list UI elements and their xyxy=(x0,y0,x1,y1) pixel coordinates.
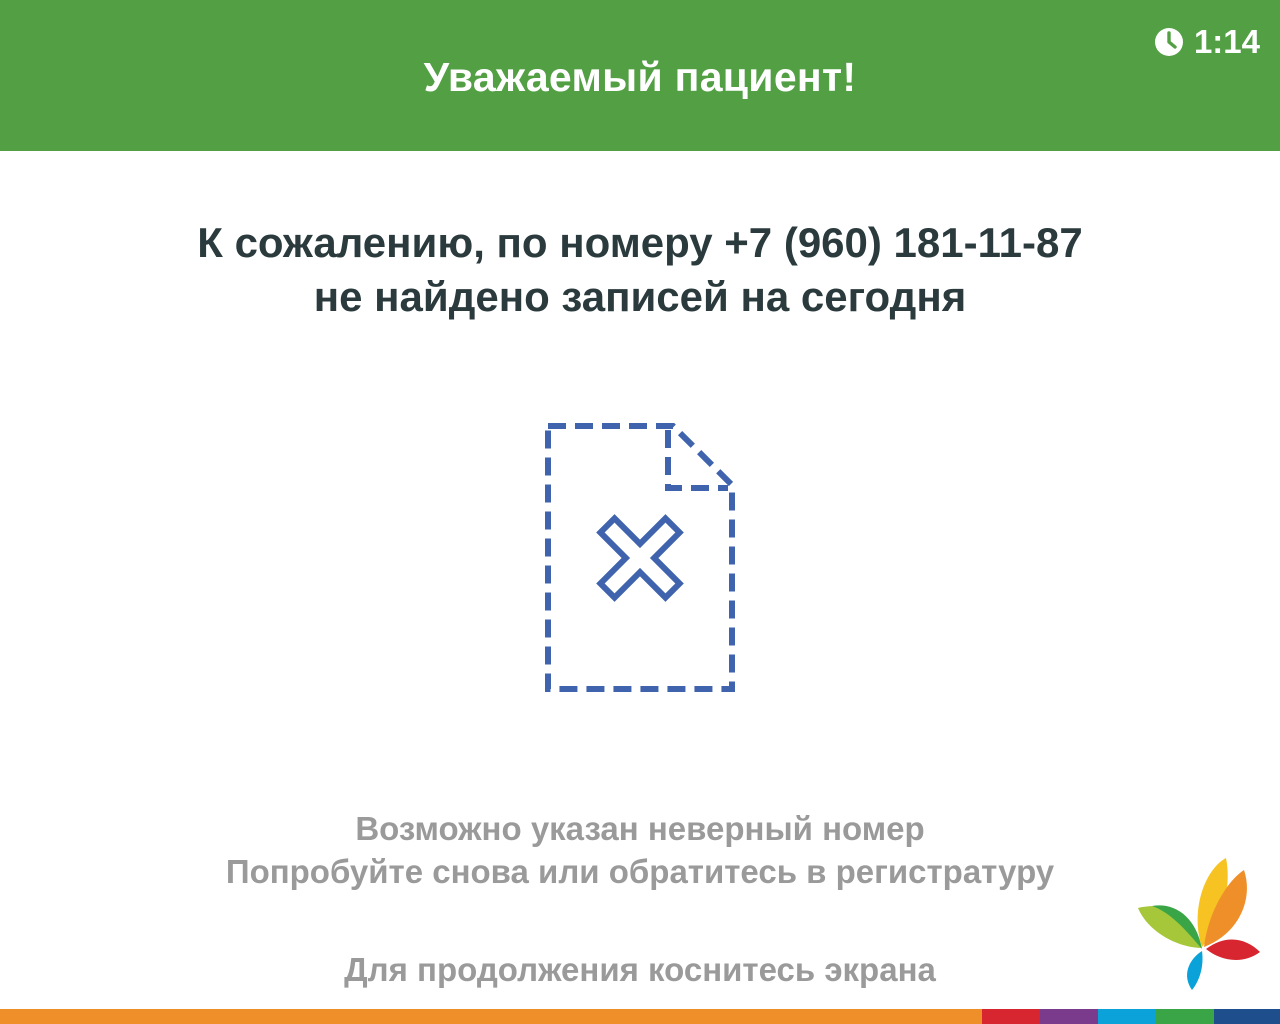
bottom-bar-segment xyxy=(1156,1009,1214,1024)
clock-icon xyxy=(1154,28,1183,56)
document-not-found-icon xyxy=(540,418,740,703)
bottom-bar-segment xyxy=(982,1009,1040,1024)
hint-line-2: Попробуйте снова или обратитесь в регист… xyxy=(225,853,1055,890)
bottom-bar-segment xyxy=(0,1009,982,1024)
page-title: Уважаемый пациент! xyxy=(423,54,857,100)
bottom-bar-segment xyxy=(1040,1009,1098,1024)
message-line-2: не найдено записей на сегодня xyxy=(313,273,967,320)
butterfly-logo-icon xyxy=(1134,852,1264,997)
timer-value: 1:14 xyxy=(1193,23,1260,60)
touch-to-continue-text[interactable]: Для продолжения коснитесь экрана xyxy=(0,948,1280,991)
bottom-bar-segment xyxy=(1098,1009,1156,1024)
bottom-color-bar xyxy=(0,1009,1280,1024)
header-bar: Уважаемый пациент! 1:14 xyxy=(0,0,1280,151)
hint-line-1: Возможно указан неверный номер xyxy=(355,810,925,847)
hint-text: Возможно указан неверный номер Попробуйт… xyxy=(0,807,1280,893)
bottom-bar-segment xyxy=(1214,1009,1280,1024)
message-line-1: К сожалению, по номеру +7 (960) 181-11-8… xyxy=(197,219,1083,266)
not-found-message: К сожалению, по номеру +7 (960) 181-11-8… xyxy=(0,216,1280,324)
session-timer: 1:14 xyxy=(1154,22,1260,62)
